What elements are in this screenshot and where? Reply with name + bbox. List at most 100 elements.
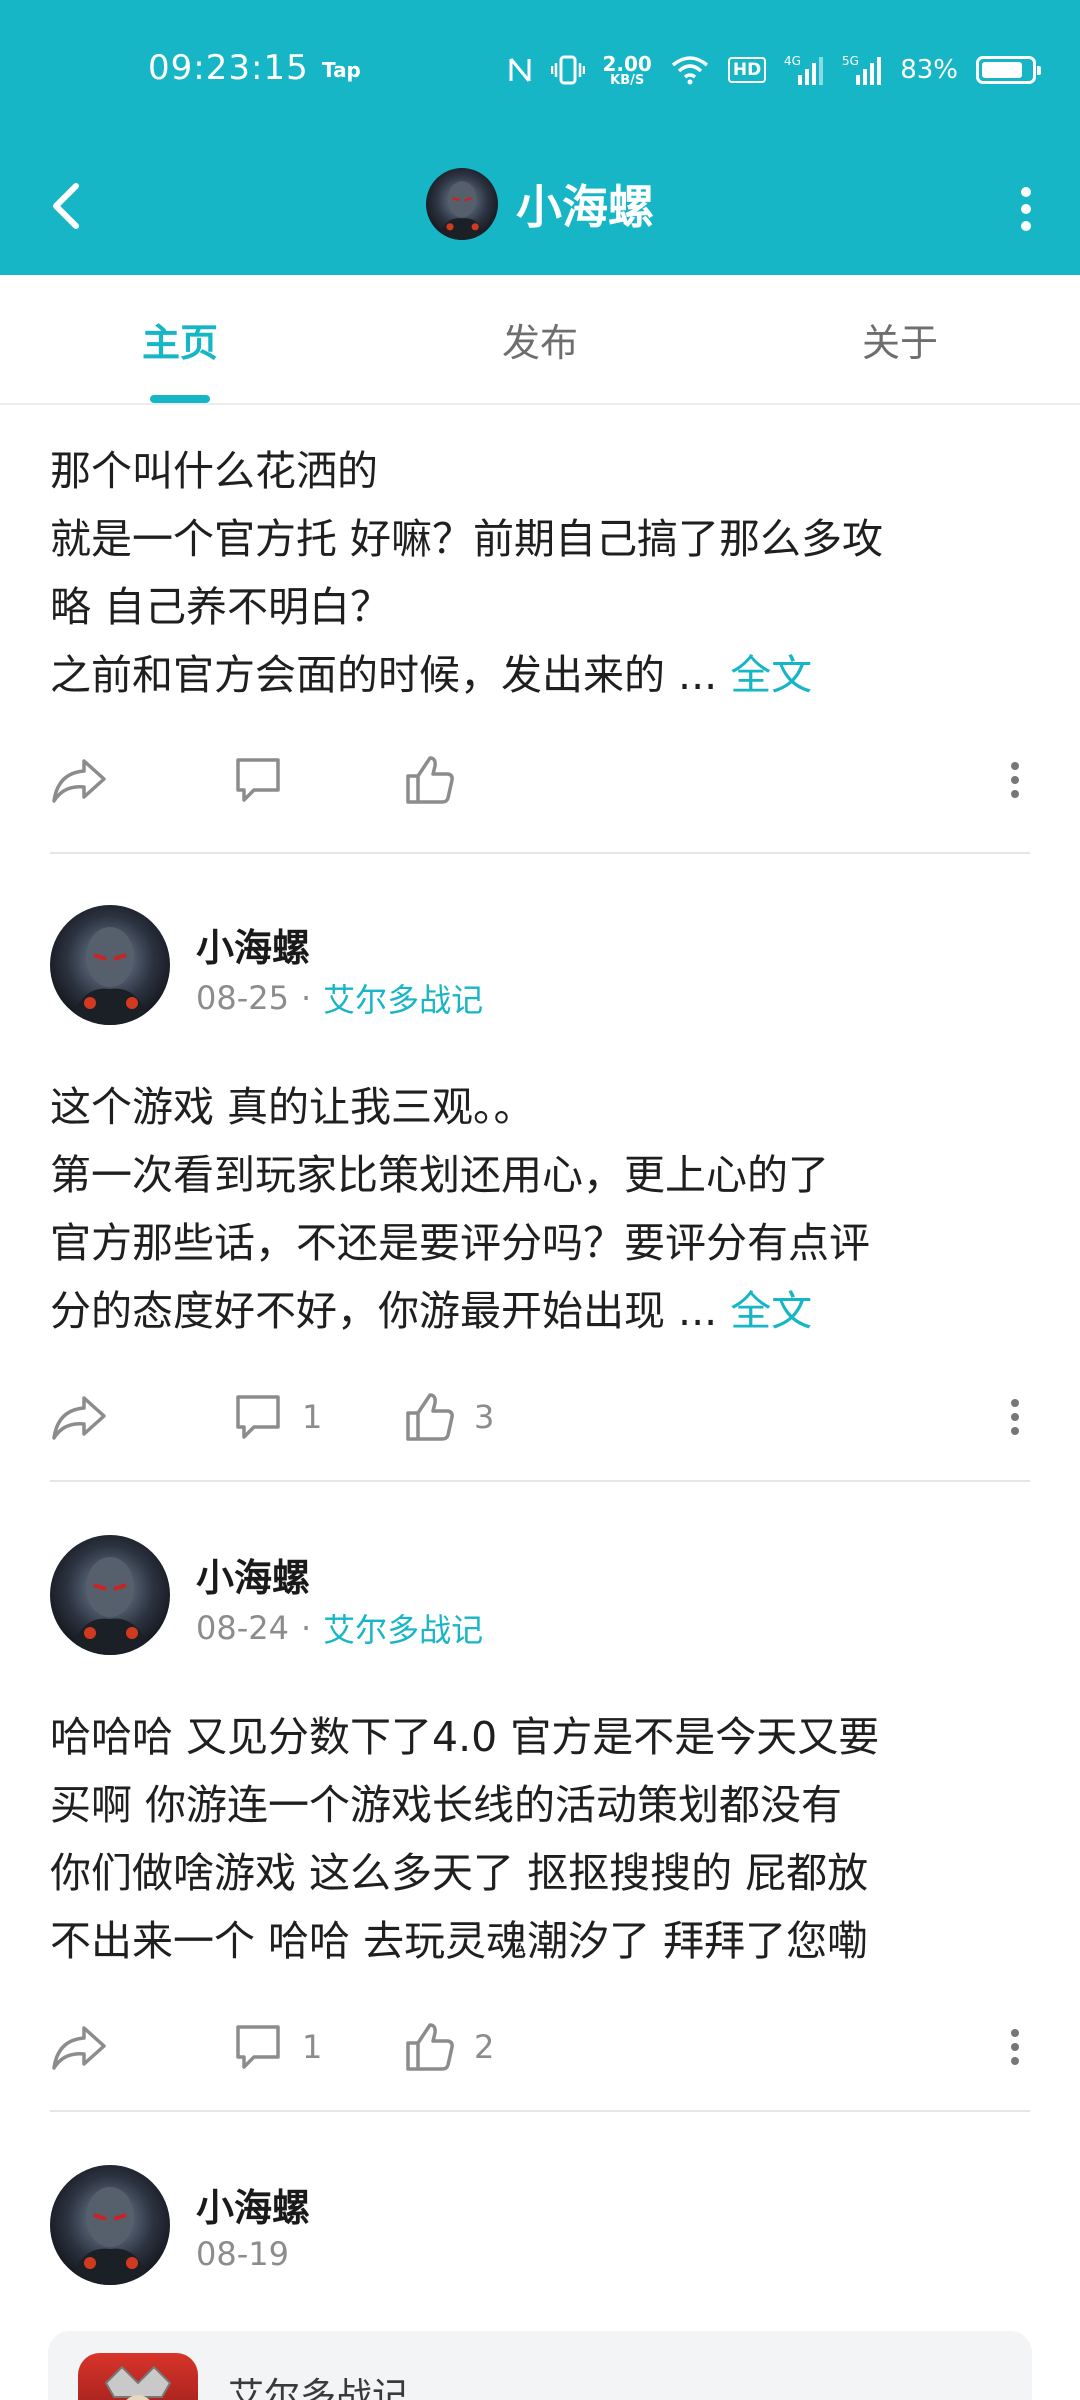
battery-percent: 83% xyxy=(900,55,958,85)
comment-icon xyxy=(236,1395,280,1439)
comment-button[interactable] xyxy=(232,740,302,820)
like-button[interactable]: 3 xyxy=(404,1377,494,1457)
post-header: 小海螺 08-25 · 艾尔多战记 xyxy=(50,905,1030,1029)
comment-count: 1 xyxy=(302,1398,323,1436)
post-text-line: 略 自己养不明白？ xyxy=(50,583,392,631)
game-icon xyxy=(78,2353,198,2400)
signal-4g-icon: 4G xyxy=(784,53,824,87)
read-more-link[interactable]: 全文 xyxy=(730,651,812,699)
post-feed: 那个叫什么花洒的 就是一个官方托 好嘛？前期自己搞了那么多攻 略 自己养不明白？… xyxy=(0,405,1080,2400)
post-text-line: 买啊 你游连一个游戏长线的活动策划都没有 xyxy=(50,1781,843,1829)
tab-home[interactable]: 主页 xyxy=(0,275,360,403)
profile-tabs: 主页 发布 关于 xyxy=(0,275,1080,405)
like-count: 3 xyxy=(474,1398,495,1436)
meta-separator: · xyxy=(300,979,312,1017)
nfc-icon xyxy=(507,55,533,85)
post-more-button[interactable] xyxy=(1000,740,1030,820)
comment-icon xyxy=(236,758,280,802)
post-actions xyxy=(50,740,1030,820)
post-date: 08-25 xyxy=(196,979,289,1017)
post-text[interactable]: 那个叫什么花洒的 就是一个官方托 好嘛？前期自己搞了那么多攻 略 自己养不明白？… xyxy=(50,437,1040,709)
avatar[interactable] xyxy=(50,1535,170,1655)
signal-5g-icon: 5G xyxy=(842,53,882,87)
divider xyxy=(50,1480,1030,1482)
avatar[interactable] xyxy=(50,905,170,1025)
title-bar: 小海螺 xyxy=(0,140,1080,275)
post-text[interactable]: 哈哈哈 又见分数下了4.0 官方是不是今天又要 买啊 你游连一个游戏长线的活动策… xyxy=(50,1703,1040,1975)
avatar-image xyxy=(50,2165,170,2285)
post-text-line: 第一次看到玩家比策划还用心，更上心的了 xyxy=(50,1151,829,1199)
hd-voice-icon: HD xyxy=(727,57,767,83)
avatar[interactable] xyxy=(426,168,498,240)
share-button[interactable] xyxy=(50,740,108,820)
post-text-line: 这个游戏 真的让我三观。。 xyxy=(50,1083,535,1131)
thumbs-up-icon xyxy=(406,1393,454,1441)
avatar-image xyxy=(426,168,498,240)
share-icon xyxy=(52,1396,106,1440)
more-vertical-icon[interactable] xyxy=(1006,162,1046,252)
post-text-line: 官方那些话，不还是要评分吗？要评分有点评 xyxy=(50,1219,870,1267)
svg-text:5G: 5G xyxy=(842,54,859,68)
author-name[interactable]: 小海螺 xyxy=(196,2177,310,2232)
post-text-line: 你们做啥游戏 这么多天了 抠抠搜搜的 屁都放 xyxy=(50,1849,869,1897)
post-header: 小海螺 08-19 xyxy=(50,2165,1030,2289)
game-card[interactable]: 艾尔多战记 xyxy=(48,2331,1032,2400)
tab-posts[interactable]: 发布 xyxy=(360,275,720,403)
battery-icon xyxy=(976,56,1041,84)
share-button[interactable] xyxy=(50,2007,108,2087)
post-meta: 08-19 xyxy=(196,2235,289,2273)
tab-about[interactable]: 关于 xyxy=(720,275,1080,403)
comment-button[interactable]: 1 xyxy=(232,2007,322,2087)
network-speed-value: 2.00 xyxy=(602,51,652,76)
comment-count: 1 xyxy=(302,2028,323,2066)
page-title: 小海螺 xyxy=(516,180,654,234)
network-speed-unit: KB/S xyxy=(610,72,645,88)
status-time: 09:23:15 xyxy=(148,48,309,88)
post-text-line: 分的态度好不好，你游最开始出现 ... 全文 xyxy=(50,1277,1040,1345)
battery-fill xyxy=(982,62,1022,78)
thumbs-up-icon xyxy=(406,756,454,804)
author-name[interactable]: 小海螺 xyxy=(196,1547,310,1602)
post-text-line: 哈哈哈 又见分数下了4.0 官方是不是今天又要 xyxy=(50,1713,880,1761)
author-name[interactable]: 小海螺 xyxy=(196,917,310,972)
post-meta: 08-25 · 艾尔多战记 xyxy=(196,975,483,1021)
svg-text:4G: 4G xyxy=(784,54,801,68)
post-card[interactable]: 小海螺 08-24 · 艾尔多战记 哈哈哈 又见分数下了4.0 官方是不是今天又… xyxy=(0,1535,1080,2165)
profile-title: 小海螺 xyxy=(0,154,1080,254)
comment-icon xyxy=(236,2025,280,2069)
post-actions: 1 3 xyxy=(50,1377,1030,1457)
post-card[interactable]: 那个叫什么花洒的 就是一个官方托 好嘛？前期自己搞了那么多攻 略 自己养不明白？… xyxy=(0,405,1080,857)
divider xyxy=(50,2110,1030,2112)
avatar[interactable] xyxy=(50,2165,170,2285)
comment-button[interactable]: 1 xyxy=(232,1377,322,1457)
share-button[interactable] xyxy=(50,1377,108,1457)
post-text-line: 之前和官方会面的时候，发出来的 ... 全文 xyxy=(50,641,1040,709)
post-more-button[interactable] xyxy=(1000,1377,1030,1457)
post-date: 08-24 xyxy=(196,1609,289,1647)
game-link[interactable]: 艾尔多战记 xyxy=(323,975,483,1021)
post-meta: 08-24 · 艾尔多战记 xyxy=(196,1605,483,1651)
share-icon xyxy=(52,2026,106,2070)
avatar-image xyxy=(50,905,170,1025)
post-text[interactable]: 这个游戏 真的让我三观。。 第一次看到玩家比策划还用心，更上心的了 官方那些话，… xyxy=(50,1073,1040,1345)
vibrate-icon xyxy=(550,54,585,86)
like-button[interactable]: 2 xyxy=(404,2007,494,2087)
divider xyxy=(50,852,1030,854)
tap-notification-icon: Tap xyxy=(322,58,361,82)
like-button[interactable] xyxy=(404,740,474,820)
post-text-line-end: 之前和官方会面的时候，发出来的 ... xyxy=(50,651,718,699)
post-text-line: 不出来一个 哈哈 去玩灵魂潮汐了 拜拜了您嘞 xyxy=(50,1917,869,1965)
read-more-link[interactable]: 全文 xyxy=(730,1287,812,1335)
more-vertical-icon xyxy=(1011,762,1019,798)
thumbs-up-icon xyxy=(406,2023,454,2071)
post-card[interactable]: 小海螺 08-25 · 艾尔多战记 这个游戏 真的让我三观。。 第一次看到玩家比… xyxy=(0,905,1080,1535)
game-link[interactable]: 艾尔多战记 xyxy=(323,1605,483,1651)
post-card[interactable]: 小海螺 08-19 艾尔多战记 xyxy=(0,2165,1080,2400)
post-more-button[interactable] xyxy=(1000,2007,1030,2087)
wifi-icon xyxy=(670,55,710,85)
game-card-name: 艾尔多战记 xyxy=(228,2376,409,2400)
status-icons: 2.00 KB/S HD 4G 5G 83% xyxy=(507,48,1041,92)
post-text-line-end: 分的态度好不好，你游最开始出现 ... xyxy=(50,1287,718,1335)
more-vertical-icon xyxy=(1011,2029,1019,2065)
tab-indicator xyxy=(150,395,210,403)
